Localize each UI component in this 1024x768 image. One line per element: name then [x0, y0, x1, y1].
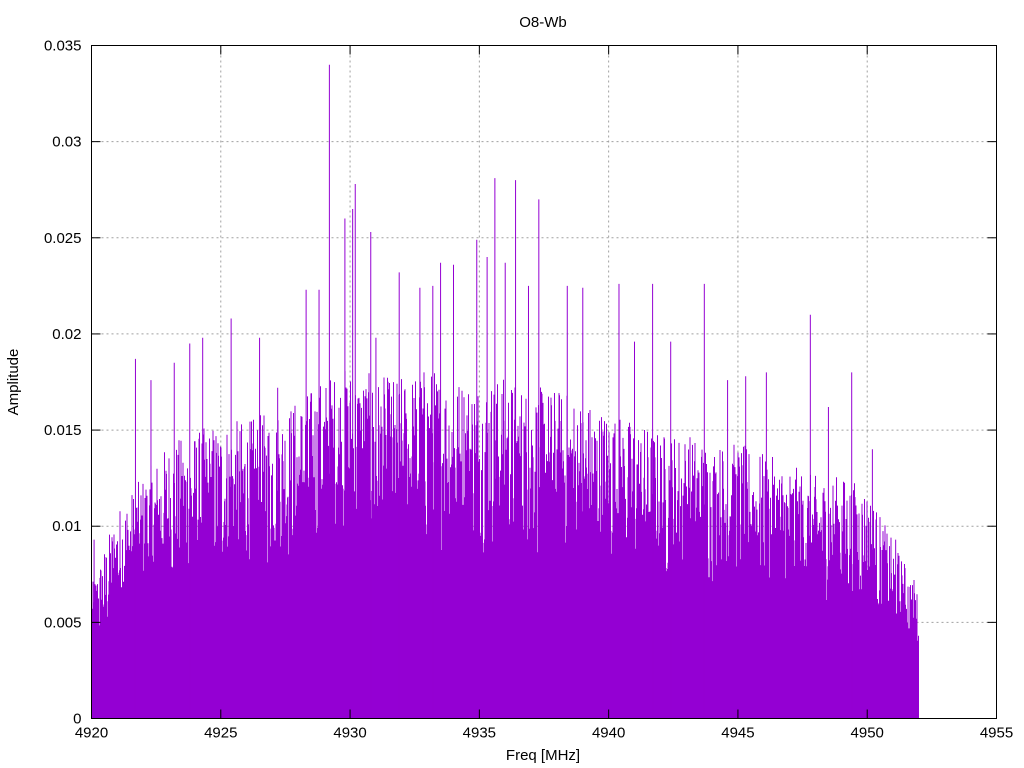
y-tick-label: 0.02: [52, 326, 81, 343]
x-tick-label: 4940: [592, 725, 625, 742]
y-tick-label: 0.015: [44, 422, 82, 439]
y-tick-label: 0.025: [44, 230, 82, 247]
chart-title: O8-Wb: [519, 14, 567, 31]
y-tick-label: 0.005: [44, 614, 82, 631]
y-axis-label: Amplitude: [5, 349, 22, 416]
x-axis-label: Freq [MHz]: [506, 747, 580, 764]
x-tick-label: 4925: [204, 725, 237, 742]
data-series: [91, 64, 919, 719]
x-tick-label: 4945: [721, 725, 754, 742]
x-tick-label: 4955: [980, 725, 1013, 742]
y-tick-label: 0.03: [52, 134, 81, 151]
x-tick-label: 4930: [333, 725, 366, 742]
y-tick-label: 0.01: [52, 518, 81, 535]
x-tick-label: 4935: [463, 725, 496, 742]
amplitude-spectrum-chart: 4920 4925 4930 4935 4940 4945 4950 495500.0050.…: [5, 14, 1013, 764]
x-tick-label: 4950: [851, 725, 884, 742]
y-tick-label: 0.035: [44, 38, 82, 55]
y-tick-label: 0: [73, 711, 81, 728]
